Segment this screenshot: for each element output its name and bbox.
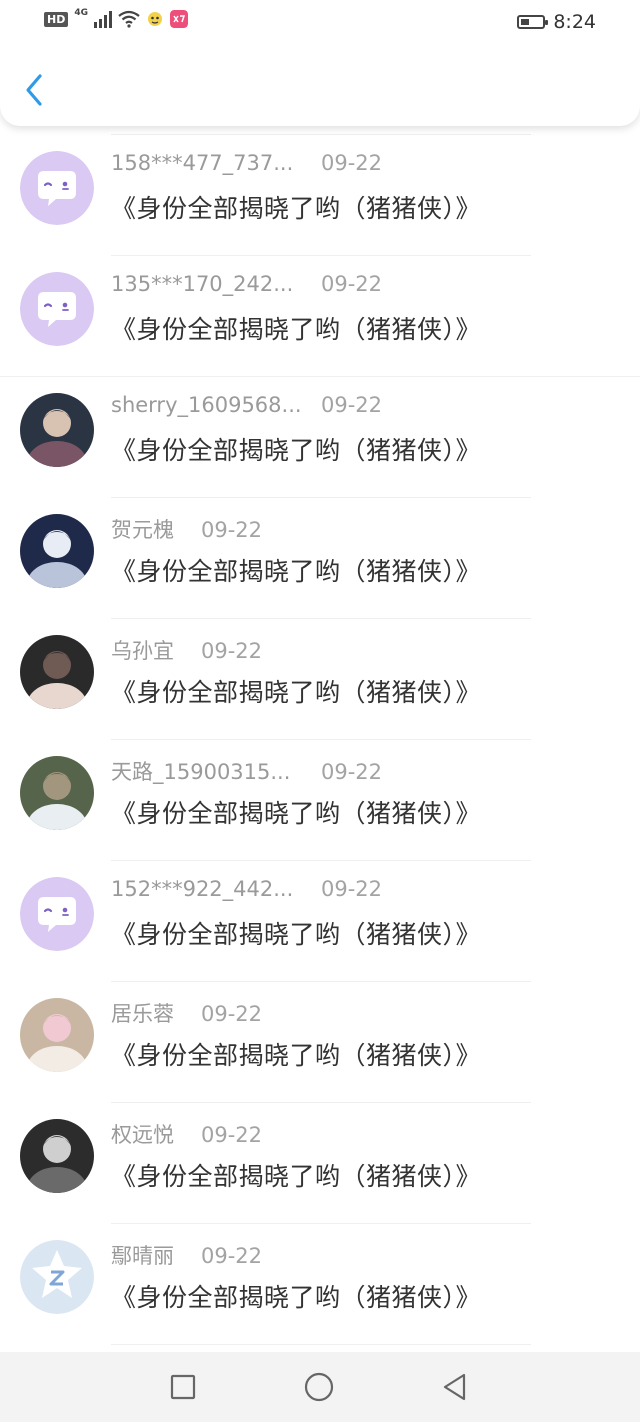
recent-apps-icon[interactable]	[168, 1372, 198, 1402]
message-meta: 乌孙宜 09-22	[111, 635, 262, 665]
message-text: 《身份全部揭晓了哟（猪猪侠）》	[111, 799, 482, 828]
avatar[interactable]	[20, 635, 94, 709]
message-date: 09-22	[321, 393, 383, 417]
hd-badge: HD	[44, 11, 69, 27]
message-meta: 135***170_242... 09-22	[111, 272, 382, 302]
list-item[interactable]: 天路_15900315... 09-22 《身份全部揭晓了哟（猪猪侠）》	[0, 740, 640, 861]
avatar[interactable]	[20, 756, 94, 830]
message-text: 《身份全部揭晓了哟（猪猪侠）》	[111, 920, 482, 949]
divider	[111, 1344, 531, 1345]
sender-name: 居乐蓉	[111, 1002, 174, 1026]
signal-icon	[94, 10, 112, 28]
message-meta: 贺元槐 09-22	[111, 514, 262, 544]
message-date: 09-22	[201, 518, 263, 542]
list-item[interactable]: 权远悦 09-22 《身份全部揭晓了哟（猪猪侠）》	[0, 1103, 640, 1224]
default-avatar-icon[interactable]	[20, 877, 94, 951]
sender-name: 158***477_737...	[111, 151, 294, 175]
message-meta: 158***477_737... 09-22	[111, 151, 382, 181]
avatar[interactable]	[20, 998, 94, 1072]
sender-name: 135***170_242...	[111, 272, 294, 296]
app-notification-icon-2	[170, 10, 188, 28]
message-text: 《身份全部揭晓了哟（猪猪侠）》	[111, 194, 482, 223]
network-type: 4G	[74, 8, 88, 18]
avatar[interactable]	[20, 1119, 94, 1193]
sender-name: 权远悦	[111, 1123, 174, 1147]
top-bar	[0, 44, 640, 126]
message-meta: 居乐蓉 09-22	[111, 998, 262, 1028]
message-date: 09-22	[201, 1123, 263, 1147]
back-triangle-icon[interactable]	[440, 1372, 470, 1402]
sender-name: sherry_1609568...	[111, 393, 302, 417]
clock: 8:24	[553, 11, 596, 33]
sender-name: 天路_15900315...	[111, 760, 291, 784]
default-avatar-icon[interactable]	[20, 272, 94, 346]
sender-name: 鄢晴丽	[111, 1244, 174, 1268]
message-date: 09-22	[321, 272, 383, 296]
list-item[interactable]: 鄢晴丽 09-22 《身份全部揭晓了哟（猪猪侠）》	[0, 1224, 640, 1345]
message-date: 09-22	[321, 151, 383, 175]
app-notification-icon	[148, 12, 162, 26]
system-nav-bar	[0, 1352, 640, 1422]
wifi-icon	[118, 10, 140, 28]
avatar[interactable]	[20, 393, 94, 467]
avatar[interactable]	[20, 514, 94, 588]
status-left: HD 4G	[44, 8, 188, 28]
message-text: 《身份全部揭晓了哟（猪猪侠）》	[111, 557, 482, 586]
default-avatar-icon[interactable]	[20, 151, 94, 225]
message-text: 《身份全部揭晓了哟（猪猪侠）》	[111, 1283, 482, 1312]
chevron-left-icon[interactable]	[20, 70, 50, 110]
status-right: 8:24	[517, 11, 596, 33]
list-item[interactable]: 贺元槐 09-22 《身份全部揭晓了哟（猪猪侠）》	[0, 498, 640, 619]
message-meta: 152***922_442... 09-22	[111, 877, 382, 907]
message-text: 《身份全部揭晓了哟（猪猪侠）》	[111, 315, 482, 344]
message-meta: 天路_15900315... 09-22	[111, 756, 382, 786]
list-item[interactable]: sherry_1609568... 09-22 《身份全部揭晓了哟（猪猪侠）》	[0, 377, 640, 498]
list-item[interactable]: 135***170_242... 09-22 《身份全部揭晓了哟（猪猪侠）》	[0, 256, 640, 377]
message-date: 09-22	[321, 877, 383, 901]
message-meta: 鄢晴丽 09-22	[111, 1240, 262, 1270]
message-text: 《身份全部揭晓了哟（猪猪侠）》	[111, 678, 482, 707]
sender-name: 乌孙宜	[111, 639, 174, 663]
message-text: 《身份全部揭晓了哟（猪猪侠）》	[111, 436, 482, 465]
list-item[interactable]: 152***922_442... 09-22 《身份全部揭晓了哟（猪猪侠）》	[0, 861, 640, 982]
message-date: 09-22	[201, 1002, 263, 1026]
message-date: 09-22	[321, 760, 383, 784]
sender-name: 152***922_442...	[111, 877, 294, 901]
list-item[interactable]: 158***477_737... 09-22 《身份全部揭晓了哟（猪猪侠）》	[0, 135, 640, 256]
home-icon[interactable]	[304, 1372, 334, 1402]
battery-icon	[517, 15, 549, 29]
message-meta: 权远悦 09-22	[111, 1119, 262, 1149]
message-text: 《身份全部揭晓了哟（猪猪侠）》	[111, 1162, 482, 1191]
status-bar: HD 4G 8:24	[0, 0, 640, 44]
message-date: 09-22	[201, 1244, 263, 1268]
message-text: 《身份全部揭晓了哟（猪猪侠）》	[111, 1041, 482, 1070]
sender-name: 贺元槐	[111, 518, 174, 542]
list-item[interactable]: 乌孙宜 09-22 《身份全部揭晓了哟（猪猪侠）》	[0, 619, 640, 740]
default-avatar-icon[interactable]	[20, 1240, 94, 1314]
message-meta: sherry_1609568... 09-22	[111, 393, 382, 423]
list-item[interactable]: 居乐蓉 09-22 《身份全部揭晓了哟（猪猪侠）》	[0, 982, 640, 1103]
message-date: 09-22	[201, 639, 263, 663]
